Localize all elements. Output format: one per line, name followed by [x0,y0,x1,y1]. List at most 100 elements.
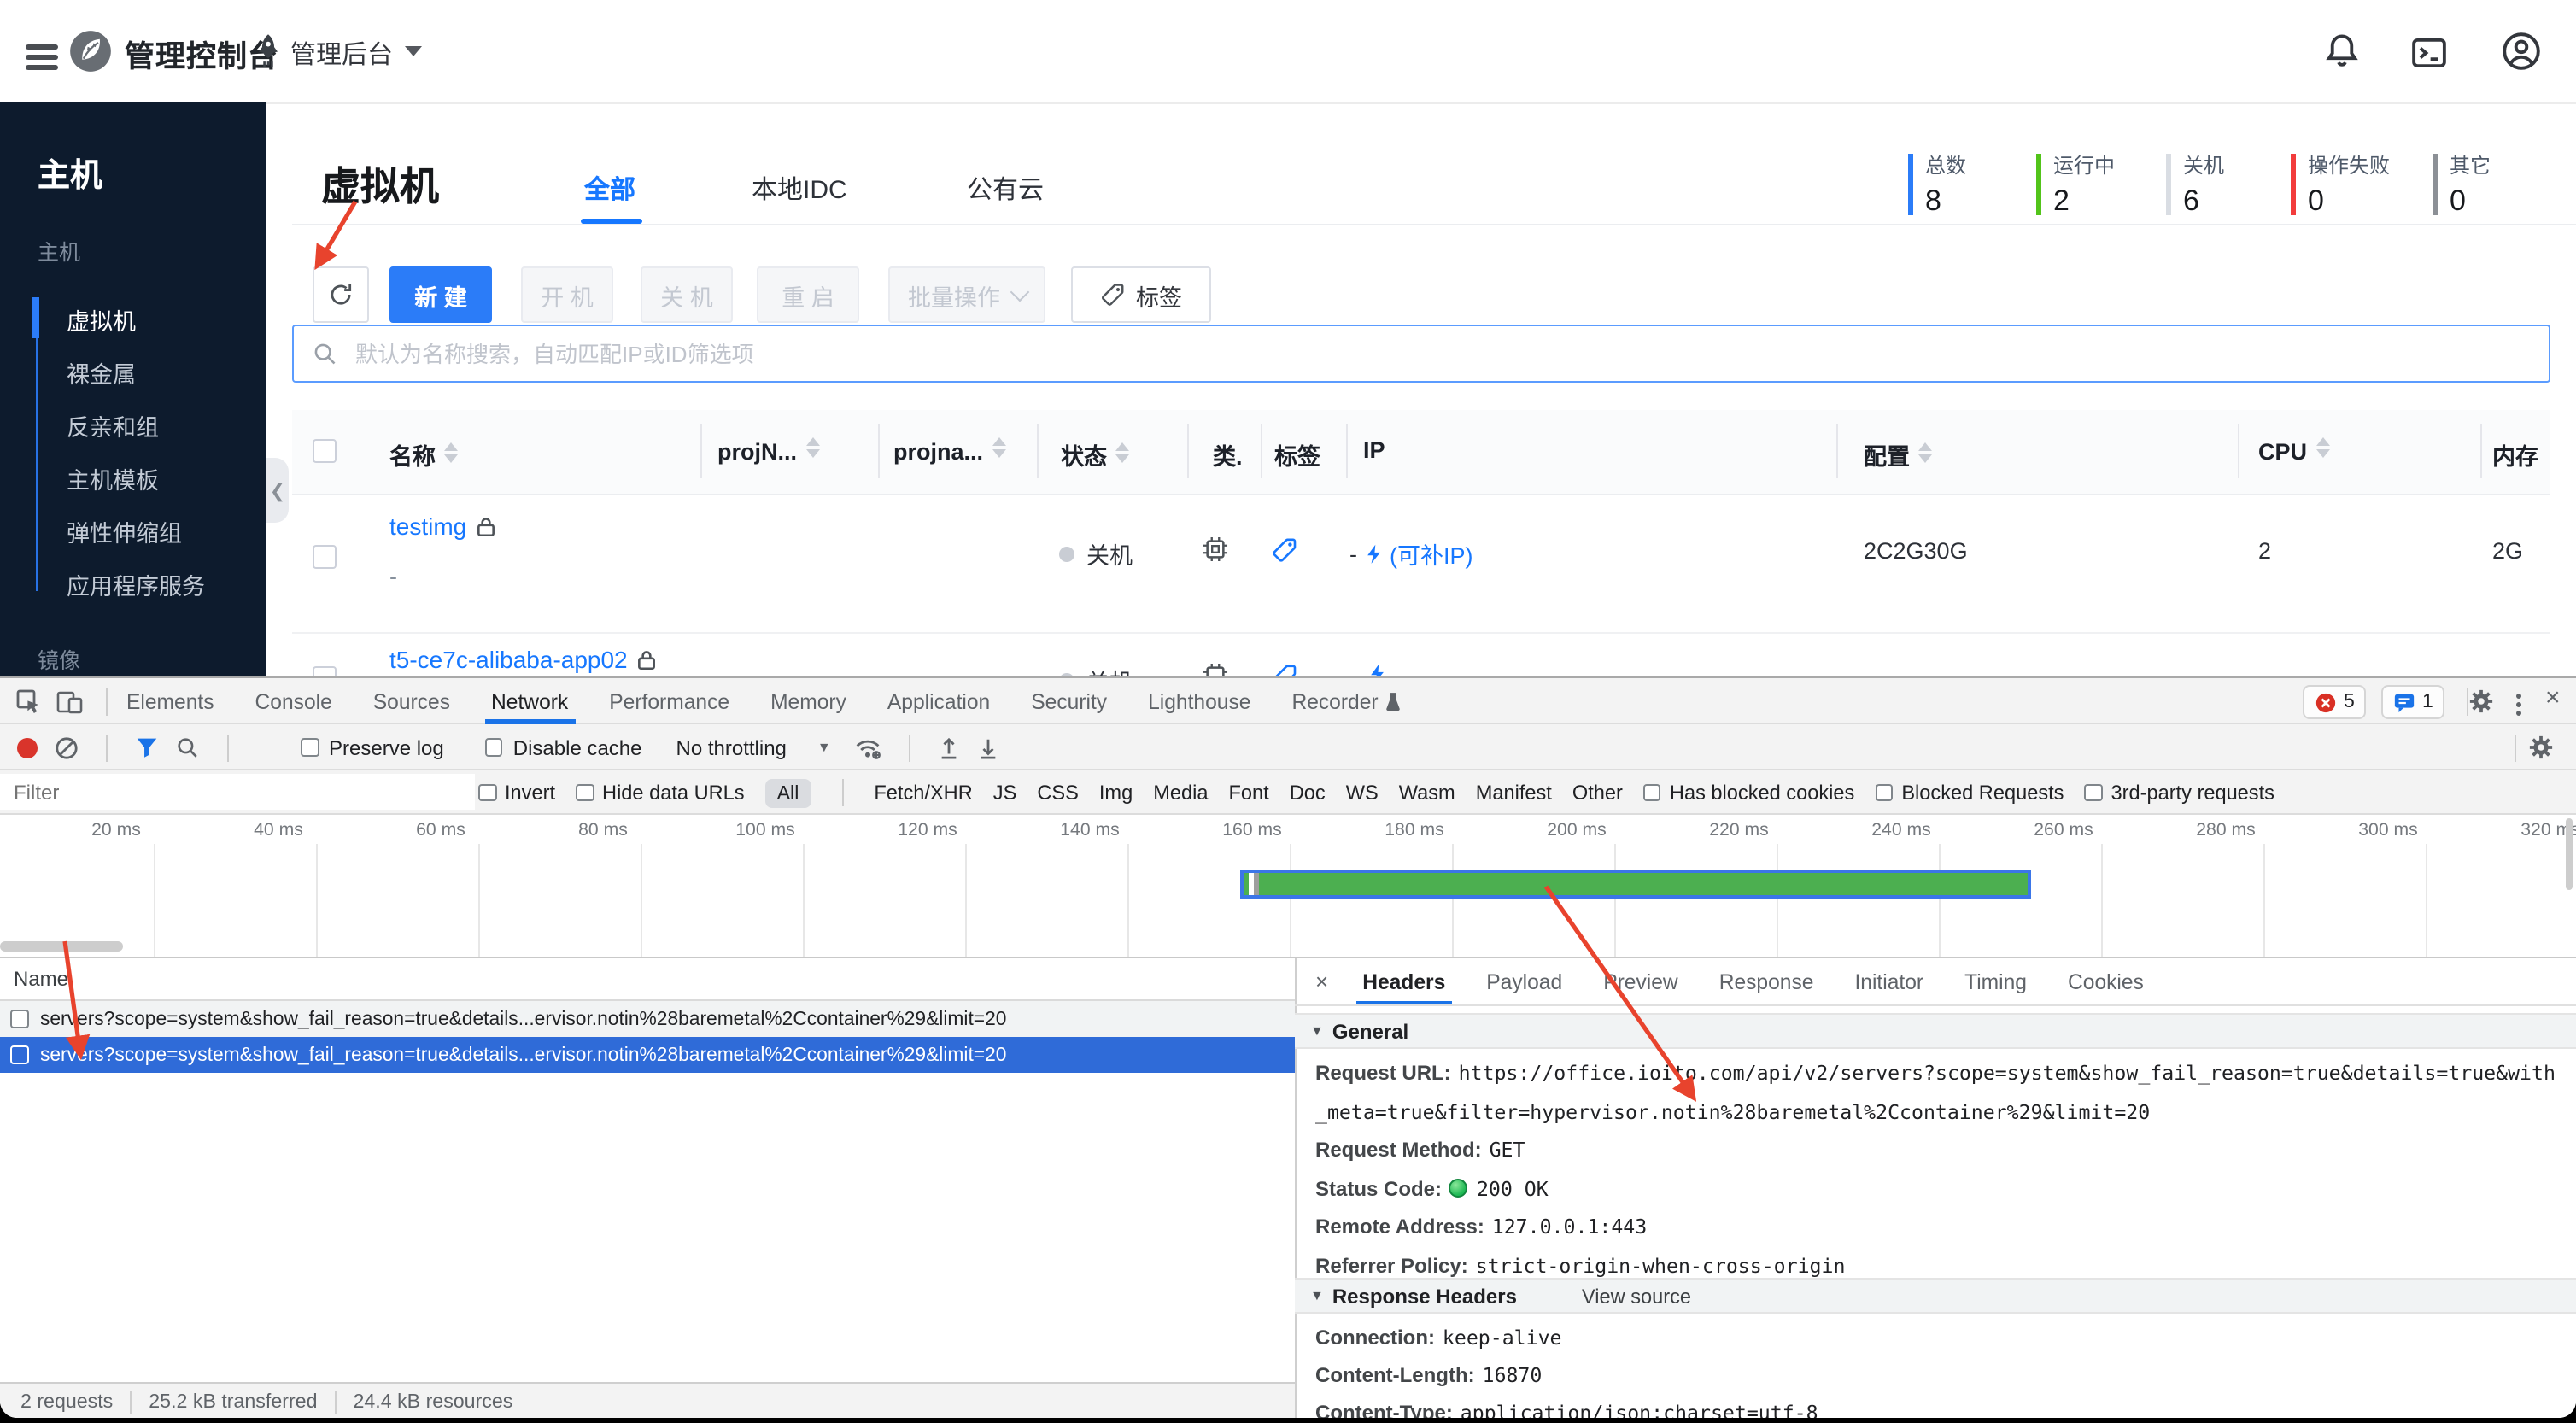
filter-type-doc[interactable]: Doc [1290,781,1326,805]
checkbox[interactable] [301,738,319,757]
device-toolbar-icon[interactable] [56,688,84,716]
col-status[interactable]: 状态 [1061,437,1129,471]
tab-security[interactable]: Security [1010,679,1127,723]
invert-toggle[interactable]: Invert [478,781,555,805]
sidebar-item-baremetal[interactable]: 裸金属 [67,355,136,389]
checkbox[interactable] [484,738,503,757]
close-details-icon[interactable]: × [1315,969,1328,994]
devtools-close-icon[interactable]: × [2545,683,2561,712]
details-tab-preview[interactable]: Preview [1583,958,1699,1004]
select-all-checkbox[interactable] [313,439,337,463]
tab-elements[interactable]: Elements [106,679,235,723]
workspace-caret-down-icon[interactable] [405,46,422,56]
filter-type-fetchxhr[interactable]: Fetch/XHR [874,781,972,805]
col-cpu[interactable]: CPU [2258,437,2330,465]
sort-icon[interactable] [1115,442,1129,463]
sort-icon[interactable] [444,442,458,463]
filter-type-js[interactable]: JS [993,781,1017,805]
sidebar-section-label[interactable]: 主机 [38,234,80,266]
tab-local-idc[interactable]: 本地IDC [752,171,847,207]
filter-type-other[interactable]: Other [1572,781,1623,805]
export-har-icon[interactable] [978,735,1000,759]
devtools-settings-gear-icon[interactable] [2468,688,2494,714]
tab-public-cloud[interactable]: 公有云 [967,171,1044,207]
hide-data-urls-toggle[interactable]: Hide data URLs [576,781,745,805]
reboot-button[interactable]: 重 启 [757,266,859,323]
tab-console[interactable]: Console [235,679,353,723]
vm-name-link[interactable]: testimg [389,512,466,540]
preserve-log-toggle[interactable]: Preserve log [301,735,444,759]
tab-memory[interactable]: Memory [750,679,867,723]
vm-type-chip-icon[interactable] [1201,535,1230,564]
row-tag-icon[interactable] [1271,536,1298,564]
timeline-hscrollbar[interactable] [0,941,123,952]
sort-icon[interactable] [1918,442,1932,463]
details-tab-timing[interactable]: Timing [1944,958,2047,1004]
disclosure-triangle-icon[interactable]: ▼ [1310,1023,1324,1039]
sidebar-item-vms[interactable]: 虚拟机 [67,302,136,337]
fix-ip-label[interactable]: (可补IP) [1390,536,1473,571]
inspect-element-icon[interactable] [15,688,43,716]
devtools-menu-kebab-icon[interactable] [2516,690,2521,719]
clear-icon[interactable] [55,735,79,759]
third-party-requests-toggle[interactable]: 3rd-party requests [2084,781,2274,805]
tab-sources[interactable]: Sources [353,679,471,723]
col-type[interactable]: 类. [1213,437,1243,471]
col-projn[interactable]: projN... [717,437,819,465]
disable-cache-toggle[interactable]: Disable cache [484,735,642,759]
tab-performance[interactable]: Performance [588,679,750,723]
filter-funnel-icon[interactable] [135,736,159,758]
terminal-icon[interactable] [2410,34,2448,72]
request-row[interactable]: servers?scope=system&show_fail_reason=tr… [0,1001,1295,1037]
app-logo[interactable] [68,29,113,73]
timeline-selection-band[interactable] [1240,870,2031,899]
notifications-bell-icon[interactable] [2323,32,2361,70]
request-row-selected[interactable]: servers?scope=system&show_fail_reason=tr… [0,1037,1295,1073]
col-tags[interactable]: 标签 [1274,437,1320,471]
user-avatar[interactable] [2501,31,2542,72]
sidebar-collapse-handle[interactable]: ❮ [266,458,289,523]
filter-all-pill[interactable]: All [764,778,811,807]
response-headers-section-header[interactable]: ▼ Response Headers View source [1295,1278,2576,1314]
general-section-header[interactable]: ▼ General [1295,1013,2576,1049]
sidebar-section-images[interactable]: 镜像 [38,642,80,675]
console-errors-badge[interactable]: 5 [2303,685,2367,719]
tags-button[interactable]: 标签 [1071,266,1211,323]
details-tab-initiator[interactable]: Initiator [1834,958,1944,1004]
disclosure-triangle-icon[interactable]: ▼ [1310,1288,1324,1303]
hamburger-menu-icon[interactable] [26,39,58,76]
filter-type-img[interactable]: Img [1099,781,1133,805]
details-tab-headers[interactable]: Headers [1342,958,1466,1004]
sidebar-item-autoscaling[interactable]: 弹性伸缩组 [67,514,182,548]
timeline-overview[interactable]: 20 ms 40 ms 60 ms 80 ms 100 ms 120 ms 14… [0,815,2576,958]
power-on-button[interactable]: 开 机 [521,266,613,323]
console-messages-badge[interactable]: 1 [2381,685,2445,719]
network-conditions-icon[interactable] [855,735,882,759]
batch-actions-button[interactable]: 批量操作 [888,266,1045,323]
workspace-selector-label[interactable]: 管理后台 [290,36,393,72]
vm-name-link[interactable]: t5-ce7c-alibaba-app02 [389,646,628,673]
sidebar-item-app-service[interactable]: 应用程序服务 [67,567,205,601]
network-settings-gear-icon[interactable] [2528,735,2554,760]
sidebar-item-host-template[interactable]: 主机模板 [67,461,159,495]
requests-name-header[interactable]: Name [0,958,1295,1001]
tab-network[interactable]: Network [471,679,588,723]
sort-icon[interactable] [992,437,1006,458]
power-off-button[interactable]: 关 机 [641,266,733,323]
sort-icon[interactable] [805,437,819,458]
view-source-link[interactable]: View source [1582,1284,1691,1308]
filter-type-manifest[interactable]: Manifest [1476,781,1552,805]
sidebar-item-antiaffinity[interactable]: 反亲和组 [67,408,159,442]
tab-lighthouse[interactable]: Lighthouse [1127,679,1271,723]
request-checkbox[interactable] [10,1045,28,1064]
details-tab-payload[interactable]: Payload [1466,958,1583,1004]
create-button[interactable]: 新 建 [389,266,492,323]
tab-all[interactable]: 全部 [584,171,635,207]
col-projna[interactable]: projna... [893,437,1006,465]
filter-type-media[interactable]: Media [1153,781,1208,805]
tab-recorder[interactable]: Recorder [1271,679,1420,723]
col-name[interactable]: 名称 [389,437,458,471]
throttling-select[interactable]: No throttling ▼ [676,735,831,759]
sort-icon[interactable] [2315,437,2330,458]
has-blocked-cookies-toggle[interactable]: Has blocked cookies [1642,781,1854,805]
